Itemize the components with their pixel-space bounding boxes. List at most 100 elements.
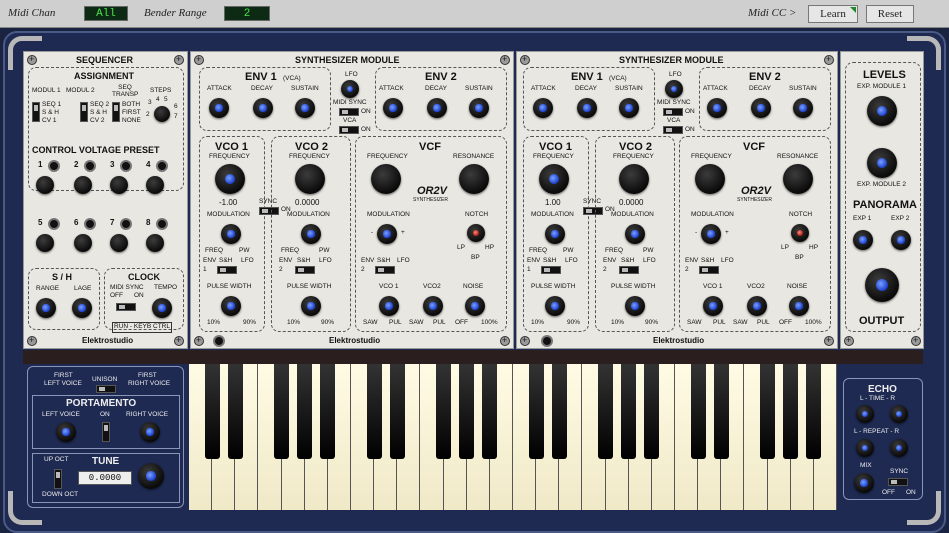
- pan-exp1-knob[interactable]: [853, 230, 873, 250]
- vco1-frequency-knob[interactable]: [215, 164, 245, 194]
- black-key[interactable]: [204, 364, 220, 459]
- modul2-switch[interactable]: [80, 102, 88, 122]
- black-key[interactable]: [551, 364, 567, 459]
- midi-sync-switch[interactable]: [663, 108, 683, 116]
- echo-time-left-knob[interactable]: [856, 405, 874, 423]
- octave-switch[interactable]: [54, 469, 62, 489]
- black-key[interactable]: [621, 364, 637, 459]
- env2-sustain-knob[interactable]: [793, 98, 813, 118]
- black-key[interactable]: [482, 364, 498, 459]
- cv7-jack[interactable]: [120, 218, 132, 230]
- exp-module2-knob[interactable]: [867, 148, 897, 178]
- vcf-frequency-knob[interactable]: [371, 164, 401, 194]
- env1-sustain-knob[interactable]: [619, 98, 639, 118]
- echo-mix-knob[interactable]: [854, 473, 874, 493]
- cv6-knob[interactable]: [74, 234, 92, 252]
- midi-chan-field[interactable]: All: [84, 6, 128, 21]
- vco1-mix-knob[interactable]: [379, 296, 399, 316]
- cv5-knob[interactable]: [36, 234, 54, 252]
- vco1-mod-switch[interactable]: [541, 266, 561, 274]
- vco2-modulation-knob[interactable]: [301, 224, 321, 244]
- vcf-mod-switch[interactable]: [699, 266, 719, 274]
- midi-sync-switch[interactable]: [339, 108, 359, 116]
- cv5-jack[interactable]: [48, 218, 60, 230]
- cv4-knob[interactable]: [146, 176, 164, 194]
- cv3-jack[interactable]: [120, 160, 132, 172]
- unison-switch[interactable]: [96, 385, 116, 393]
- echo-time-right-knob[interactable]: [890, 405, 908, 423]
- black-key[interactable]: [320, 364, 336, 459]
- tune-knob[interactable]: [138, 463, 164, 489]
- notch-knob[interactable]: [467, 224, 485, 242]
- black-key[interactable]: [389, 364, 405, 459]
- vco2-frequency-knob[interactable]: [619, 164, 649, 194]
- env1-decay-knob[interactable]: [253, 98, 273, 118]
- vco1-pw-knob[interactable]: [545, 296, 565, 316]
- lfo-knob[interactable]: [341, 80, 359, 98]
- portamento-left-knob[interactable]: [56, 422, 76, 442]
- vcf-resonance-knob[interactable]: [459, 164, 489, 194]
- black-key[interactable]: [528, 364, 544, 459]
- black-key[interactable]: [366, 364, 382, 459]
- vco2-pw-knob[interactable]: [625, 296, 645, 316]
- steps-knob[interactable]: [154, 106, 170, 122]
- echo-repeat-right-knob[interactable]: [890, 439, 908, 457]
- bender-range-field[interactable]: 2: [224, 6, 270, 21]
- module2-output-jack[interactable]: [541, 335, 553, 347]
- cv6-jack[interactable]: [84, 218, 96, 230]
- vco1-modulation-knob[interactable]: [545, 224, 565, 244]
- vco2-mod-switch[interactable]: [619, 266, 639, 274]
- cv8-knob[interactable]: [146, 234, 164, 252]
- black-key[interactable]: [644, 364, 660, 459]
- portamento-right-knob[interactable]: [140, 422, 160, 442]
- vca-switch[interactable]: [339, 126, 359, 134]
- black-key[interactable]: [436, 364, 452, 459]
- vca-switch[interactable]: [663, 126, 683, 134]
- cv1-knob[interactable]: [36, 176, 54, 194]
- env2-attack-knob[interactable]: [707, 98, 727, 118]
- vcf-frequency-knob[interactable]: [695, 164, 725, 194]
- env1-sustain-knob[interactable]: [295, 98, 315, 118]
- vco2-pw-knob[interactable]: [301, 296, 321, 316]
- env1-attack-knob[interactable]: [209, 98, 229, 118]
- noise-knob[interactable]: [789, 296, 809, 316]
- vco1-modulation-knob[interactable]: [221, 224, 241, 244]
- range-knob[interactable]: [36, 298, 56, 318]
- exp-module1-knob[interactable]: [867, 96, 897, 126]
- portamento-switch[interactable]: [102, 422, 110, 442]
- vco2-mod-switch[interactable]: [295, 266, 315, 274]
- env1-decay-knob[interactable]: [577, 98, 597, 118]
- black-key[interactable]: [459, 364, 475, 459]
- env2-decay-knob[interactable]: [427, 98, 447, 118]
- noise-knob[interactable]: [465, 296, 485, 316]
- output-knob[interactable]: [865, 268, 899, 302]
- black-key[interactable]: [690, 364, 706, 459]
- lfo-knob[interactable]: [665, 80, 683, 98]
- vco2-modulation-knob[interactable]: [625, 224, 645, 244]
- cv3-knob[interactable]: [110, 176, 128, 194]
- vco1-mod-switch[interactable]: [217, 266, 237, 274]
- env2-attack-knob[interactable]: [383, 98, 403, 118]
- env2-sustain-knob[interactable]: [469, 98, 489, 118]
- modul1-switch[interactable]: [32, 102, 40, 122]
- cv2-knob[interactable]: [74, 176, 92, 194]
- env1-attack-knob[interactable]: [533, 98, 553, 118]
- black-key[interactable]: [598, 364, 614, 459]
- cv1-jack[interactable]: [48, 160, 60, 172]
- black-key[interactable]: [274, 364, 290, 459]
- vco2-mix-knob[interactable]: [747, 296, 767, 316]
- black-key[interactable]: [806, 364, 822, 459]
- cv7-knob[interactable]: [110, 234, 128, 252]
- cv2-jack[interactable]: [84, 160, 96, 172]
- learn-button[interactable]: Learn: [808, 5, 858, 23]
- vcf-modulation-knob[interactable]: [377, 224, 397, 244]
- vcf-modulation-knob[interactable]: [701, 224, 721, 244]
- vco1-mix-knob[interactable]: [703, 296, 723, 316]
- tempo-knob[interactable]: [152, 298, 172, 318]
- echo-sync-switch[interactable]: [888, 478, 908, 486]
- vco2-frequency-knob[interactable]: [295, 164, 325, 194]
- vcf-resonance-knob[interactable]: [783, 164, 813, 194]
- black-key[interactable]: [713, 364, 729, 459]
- vco1-frequency-knob[interactable]: [539, 164, 569, 194]
- cv8-jack[interactable]: [156, 218, 168, 230]
